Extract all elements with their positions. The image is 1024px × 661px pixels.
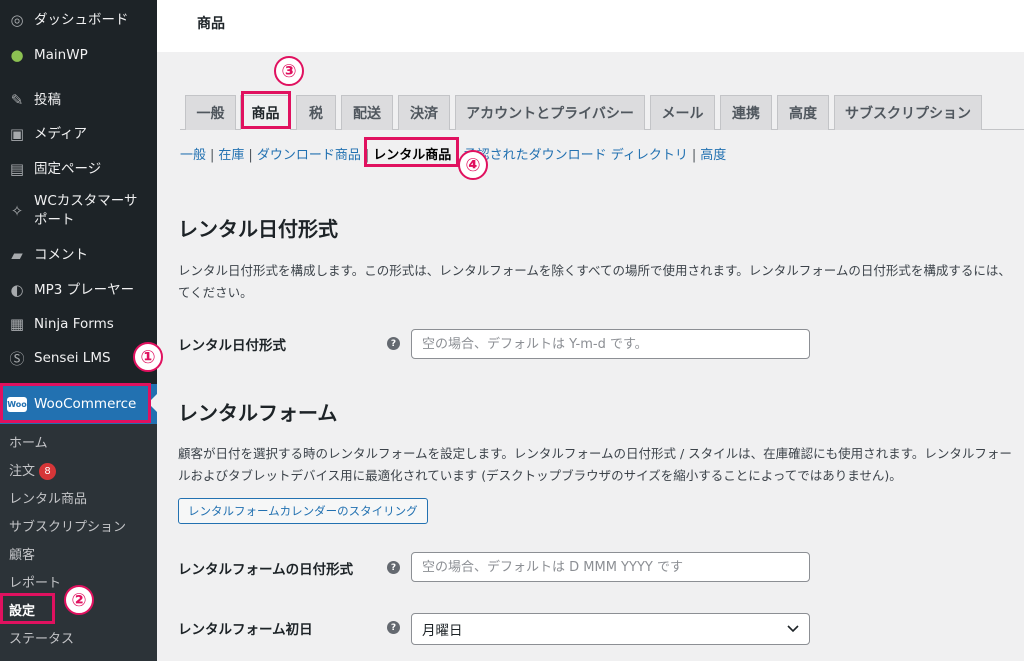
subnav-approved-directories[interactable]: 承認されたダウンロード ディレクトリ — [464, 148, 688, 163]
current-menu-arrow — [148, 394, 157, 412]
submenu-subscriptions[interactable]: サブスクリプション — [9, 516, 126, 535]
annotation-2: ② — [64, 585, 94, 615]
submenu-rental-products[interactable]: レンタル商品 — [9, 488, 87, 507]
section-subnav: 一般 | 在庫 | ダウンロード商品 | レンタル商品 | 承認されたダウンロード ディレクトリ… — [180, 148, 727, 163]
subnav-general[interactable]: 一般 — [180, 148, 206, 163]
menu-mainwp[interactable]: ● MainWP — [0, 44, 157, 66]
subnav-inventory[interactable]: 在庫 — [218, 148, 244, 163]
menu-label-line1: WCカスタマーサ — [34, 193, 138, 209]
rental-date-format-input[interactable] — [411, 329, 810, 359]
tab-shipping[interactable]: 配送 — [341, 95, 393, 130]
annotation-1: ① — [133, 342, 163, 372]
menu-label-line2: ポート — [34, 212, 75, 228]
sensei-icon: Ⓢ — [9, 349, 25, 368]
mainwp-icon: ● — [10, 46, 24, 64]
menu-pages[interactable]: ▤ 固定ページ — [0, 158, 157, 180]
comment-icon: ▰ — [11, 246, 23, 264]
support-icon: ✧ — [10, 202, 24, 220]
rental-form-date-format-input[interactable] — [411, 552, 810, 582]
pin-icon: ✎ — [10, 91, 24, 109]
submenu-orders[interactable]: 注文 8 — [9, 460, 57, 480]
subnav-rental-products[interactable]: レンタル商品 — [373, 148, 451, 163]
forms-icon: ▦ — [9, 315, 25, 333]
annotation-3: ③ — [274, 56, 304, 86]
woocommerce-icon: Woo — [7, 396, 27, 412]
help-icon[interactable]: ? — [387, 621, 400, 634]
dashboard-icon: ◎ — [10, 11, 24, 29]
rental-form-description-line2: ルおよびタブレットデバイス用に最適化されています (デスクトップブラウザのサイズ… — [178, 468, 902, 483]
date-format-description-line1: レンタル日付形式を構成します。この形式は、レンタルフォームを除くすべての場所で使… — [178, 263, 1011, 278]
first-day-select[interactable]: 月曜日 — [411, 613, 810, 645]
tab-advanced[interactable]: 高度 — [777, 95, 829, 130]
first-day-selected-value: 月曜日 — [422, 623, 463, 639]
submenu-customers[interactable]: 顧客 — [9, 544, 35, 563]
admin-sidebar: ◎ ダッシュボード ● MainWP ✎ 投稿 ▣ メディア ▤ 固定ページ ✧… — [0, 0, 157, 661]
date-format-description-line2: てください。 — [178, 285, 253, 300]
submenu-settings[interactable]: 設定 — [9, 600, 35, 619]
tab-subscriptions[interactable]: サブスクリプション — [834, 95, 982, 130]
page-icon: ▤ — [9, 160, 25, 178]
menu-media[interactable]: ▣ メディア — [0, 123, 157, 145]
media-icon: ▣ — [9, 125, 25, 143]
submenu-home[interactable]: ホーム — [9, 432, 48, 451]
chevron-down-icon — [787, 625, 799, 633]
page-header: 商品 — [157, 0, 1024, 52]
woocommerce-submenu: ホーム 注文 8 レンタル商品 サブスクリプション 顧客 レポート 設定 ステータ… — [0, 424, 157, 661]
orders-count-badge: 8 — [39, 463, 57, 480]
menu-dashboard[interactable]: ◎ ダッシュボード — [0, 9, 157, 31]
menu-wc-customer-support[interactable]: ✧ WCカスタマーサ ポート — [0, 192, 157, 232]
label-rental-form-first-day: レンタルフォーム初日 — [178, 622, 313, 638]
subnav-downloadable[interactable]: ダウンロード商品 — [257, 148, 361, 163]
tab-emails[interactable]: メール — [650, 95, 715, 130]
tab-integration[interactable]: 連携 — [720, 95, 772, 130]
heading-rental-form: レンタルフォーム — [178, 401, 338, 425]
help-icon[interactable]: ? — [387, 561, 400, 574]
help-icon[interactable]: ? — [387, 337, 400, 350]
date-format-description: レンタル日付形式を構成します。この形式は、レンタルフォームを除くすべての場所で使… — [178, 260, 1024, 304]
submenu-orders-label: 注文 — [9, 464, 36, 479]
menu-posts[interactable]: ✎ 投稿 — [0, 89, 157, 111]
page-title: 商品 — [197, 16, 225, 32]
label-rental-form-date-format: レンタルフォームの日付形式 — [178, 562, 354, 578]
tab-tax[interactable]: 税 — [296, 95, 336, 130]
annotation-4: ④ — [458, 150, 488, 180]
label-rental-date-format: レンタル日付形式 — [178, 338, 286, 354]
heading-rental-date-format: レンタル日付形式 — [178, 217, 338, 241]
tab-products[interactable]: 商品 — [240, 95, 291, 130]
calendar-styling-button[interactable]: レンタルフォームカレンダーのスタイリング — [178, 498, 428, 524]
rental-form-description-line1: 顧客が日付を選択する時のレンタルフォームを設定します。レンタルフォームの日付形式… — [178, 446, 1012, 461]
tab-payments[interactable]: 決済 — [398, 95, 450, 130]
subnav-advanced[interactable]: 高度 — [700, 148, 726, 163]
menu-ninja-forms[interactable]: ▦ Ninja Forms — [0, 313, 157, 335]
rental-form-description: 顧客が日付を選択する時のレンタルフォームを設定します。レンタルフォームの日付形式… — [178, 443, 1024, 487]
tab-accounts-privacy[interactable]: アカウントとプライバシー — [455, 95, 645, 130]
menu-woocommerce[interactable]: Woo WooCommerce — [0, 384, 157, 424]
submenu-status[interactable]: ステータス — [9, 628, 74, 647]
submenu-reports[interactable]: レポート — [9, 572, 61, 591]
menu-mp3-player[interactable]: ◐ MP3 プレーヤー — [0, 279, 157, 301]
tab-general[interactable]: 一般 — [185, 95, 236, 130]
audio-icon: ◐ — [10, 281, 24, 299]
menu-comments[interactable]: ▰ コメント — [0, 244, 157, 266]
